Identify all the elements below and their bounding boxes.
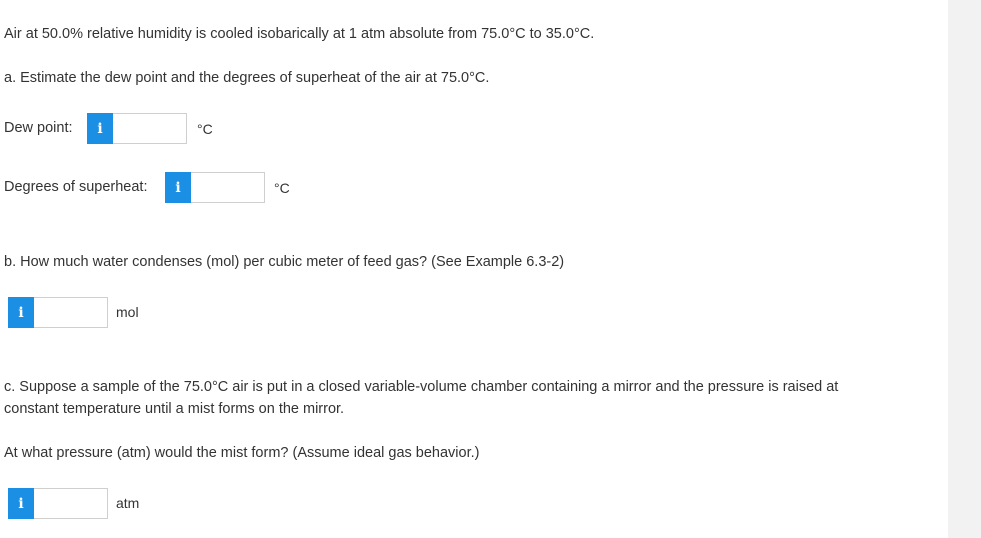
part-b-prompt: b. How much water condenses (mol) per cu…: [4, 254, 565, 270]
dew-point-unit: °C: [197, 121, 213, 137]
info-icon[interactable]: i: [87, 113, 113, 144]
superheat-input[interactable]: [191, 172, 265, 203]
info-icon[interactable]: i: [8, 297, 34, 328]
superheat-label: Degrees of superheat:: [4, 179, 148, 195]
mist-pressure-unit: atm: [116, 495, 140, 511]
part-c-question: At what pressure (atm) would the mist fo…: [4, 445, 480, 461]
question-panel: Air at 50.0% relative humidity is cooled…: [0, 0, 948, 538]
dew-point-label: Dew point:: [4, 120, 73, 136]
problem-intro: Air at 50.0% relative humidity is cooled…: [4, 26, 595, 42]
part-c-prompt-line2: constant temperature until a mist forms …: [4, 401, 345, 417]
info-icon[interactable]: i: [8, 488, 34, 519]
dew-point-input[interactable]: [113, 113, 187, 144]
superheat-unit: °C: [274, 180, 290, 196]
part-c-prompt-line1: c. Suppose a sample of the 75.0°C air is…: [4, 379, 839, 395]
info-icon[interactable]: i: [165, 172, 191, 203]
side-panel: [948, 0, 981, 538]
mist-pressure-input[interactable]: [34, 488, 108, 519]
part-a-prompt: a. Estimate the dew point and the degree…: [4, 70, 490, 86]
water-condensed-unit: mol: [116, 304, 139, 320]
water-condensed-input[interactable]: [34, 297, 108, 328]
